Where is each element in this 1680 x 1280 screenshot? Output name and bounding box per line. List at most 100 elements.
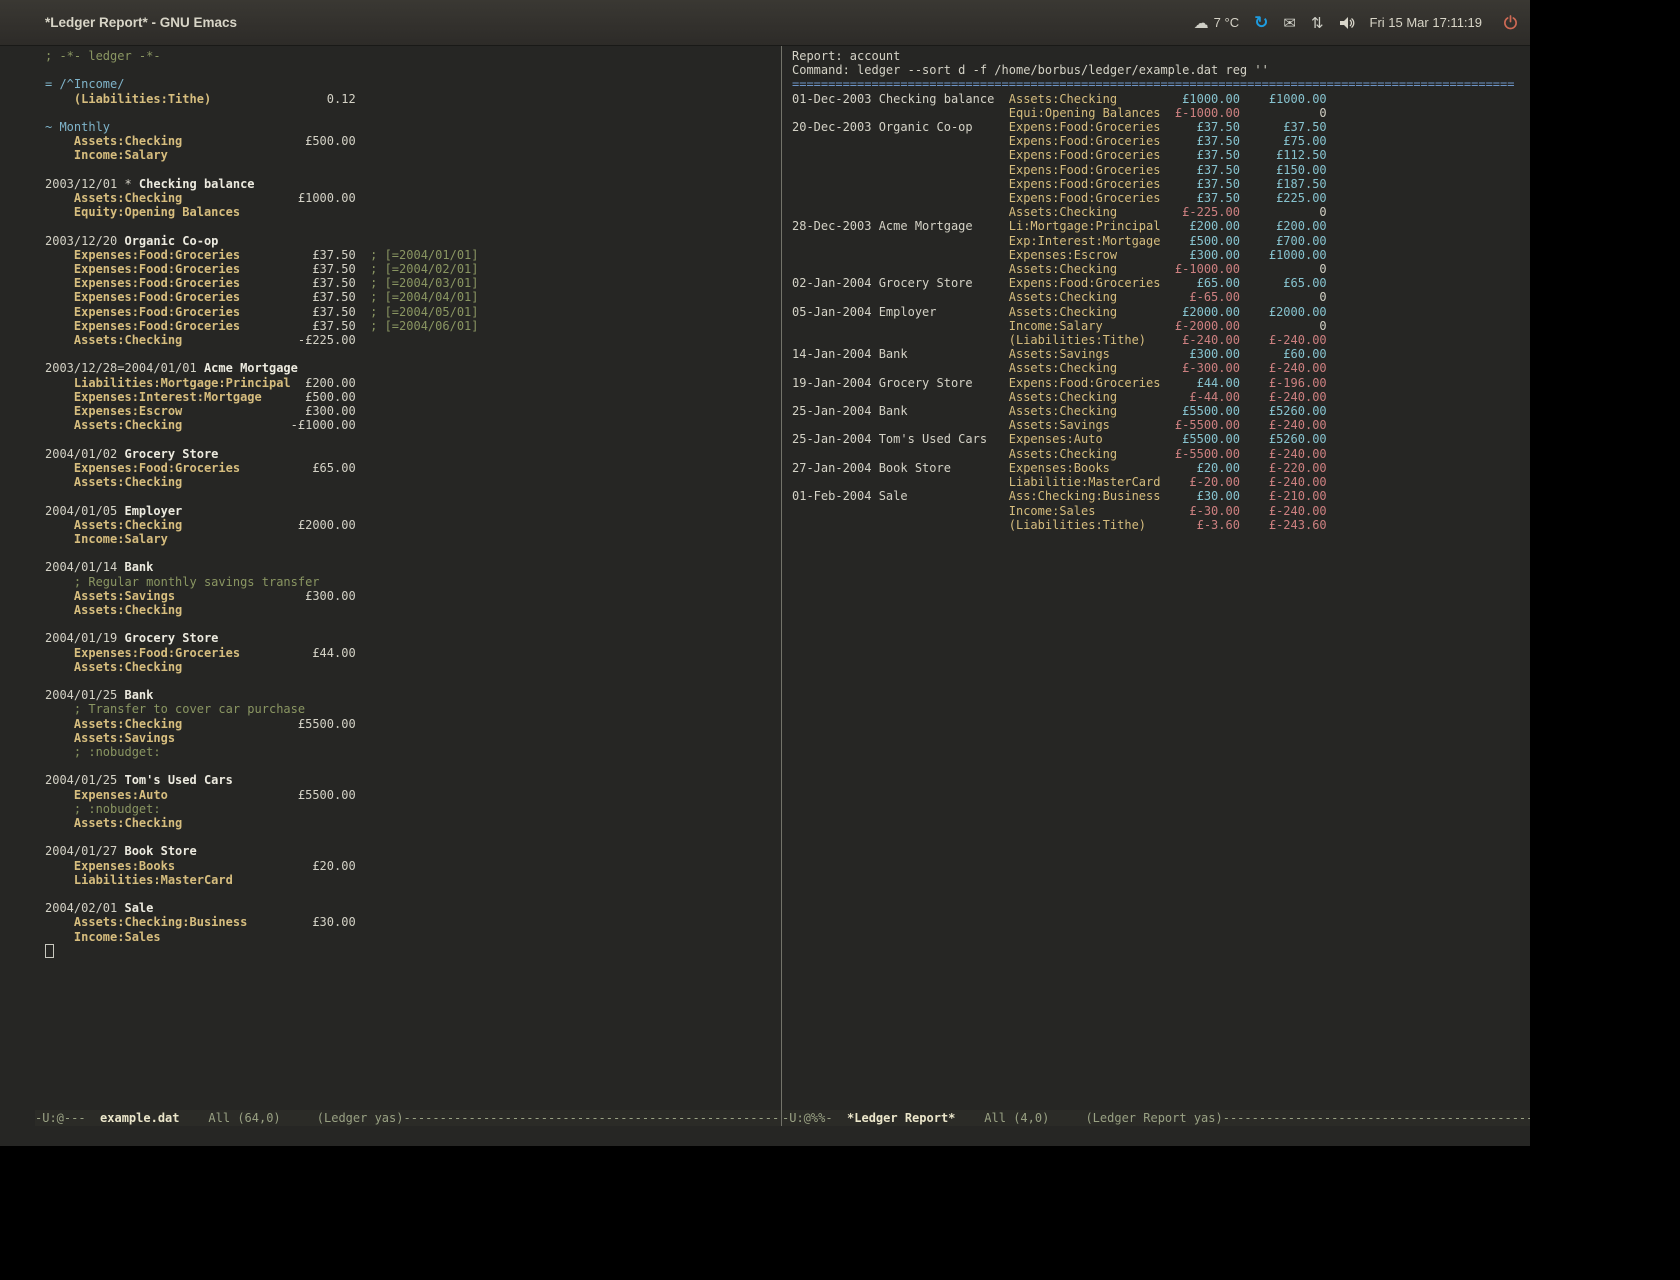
ledger-line[interactable]: Income:Sales [45, 930, 781, 944]
ledger-line[interactable]: 2004/01/19 Grocery Store [45, 631, 781, 645]
register-row[interactable]: Assets:Checking £-1000.00 0 [792, 262, 1530, 276]
ledger-line[interactable]: Assets:Savings [45, 731, 781, 745]
ledger-report-buffer[interactable]: Report: accountCommand: ledger --sort d … [782, 46, 1530, 1110]
ledger-line[interactable]: Assets:Checking -£1000.00 [45, 418, 781, 432]
register-row[interactable]: Liabilitie:MasterCard £-20.00 £-240.00 [792, 475, 1530, 489]
ledger-line[interactable]: Expenses:Food:Groceries £44.00 [45, 646, 781, 660]
ledger-line[interactable] [45, 674, 781, 688]
ledger-line[interactable]: Expenses:Interest:Mortgage £500.00 [45, 390, 781, 404]
register-row[interactable]: Assets:Checking £-300.00 £-240.00 [792, 361, 1530, 375]
register-row[interactable]: 02-Jan-2004 Grocery Store Expens:Food:Gr… [792, 276, 1530, 290]
register-row[interactable]: Expens:Food:Groceries £37.50 £225.00 [792, 191, 1530, 205]
ledger-line[interactable]: Assets:Checking [45, 603, 781, 617]
report-header-line[interactable]: Report: account [792, 49, 1530, 63]
ledger-line[interactable]: Equity:Opening Balances [45, 205, 781, 219]
ledger-line[interactable]: ~ Monthly [45, 120, 781, 134]
register-row[interactable]: Assets:Checking £-65.00 0 [792, 290, 1530, 304]
modeline-right[interactable]: -U:@%%- *Ledger Report* All (4,0) (Ledge… [782, 1110, 1530, 1126]
register-row[interactable]: (Liabilities:Tithe) £-3.60 £-243.60 [792, 518, 1530, 532]
ledger-line[interactable]: = /^Income/ [45, 77, 781, 91]
register-row[interactable]: 25-Jan-2004 Tom's Used Cars Expenses:Aut… [792, 432, 1530, 446]
register-row[interactable]: (Liabilities:Tithe) £-240.00 £-240.00 [792, 333, 1530, 347]
ledger-line[interactable] [45, 432, 781, 446]
ledger-line[interactable]: ; Regular monthly savings transfer [45, 575, 781, 589]
ledger-line[interactable] [45, 617, 781, 631]
ledger-line[interactable]: 2003/12/01 * Checking balance [45, 177, 781, 191]
ledger-line[interactable]: Expenses:Food:Groceries £37.50 ; [=2004/… [45, 248, 781, 262]
ledger-line[interactable]: Expenses:Books £20.00 [45, 859, 781, 873]
ledger-line[interactable]: 2004/01/14 Bank [45, 560, 781, 574]
power-icon[interactable] [1503, 15, 1518, 30]
register-row[interactable]: 20-Dec-2003 Organic Co-op Expens:Food:Gr… [792, 120, 1530, 134]
ledger-line[interactable]: Assets:Checking £2000.00 [45, 518, 781, 532]
ledger-line[interactable] [45, 489, 781, 503]
ledger-line[interactable]: ; -*- ledger -*- [45, 49, 781, 63]
ledger-line[interactable]: Expenses:Food:Groceries £37.50 ; [=2004/… [45, 305, 781, 319]
ledger-line[interactable]: Assets:Checking [45, 816, 781, 830]
clock[interactable]: Fri 15 Mar 17:11:19 [1370, 15, 1482, 30]
ledger-line[interactable] [45, 759, 781, 773]
register-row[interactable]: Assets:Checking £-44.00 £-240.00 [792, 390, 1530, 404]
ledger-line[interactable]: Income:Salary [45, 532, 781, 546]
ledger-line[interactable]: 2004/01/25 Tom's Used Cars [45, 773, 781, 787]
ledger-line[interactable]: Assets:Checking [45, 475, 781, 489]
ledger-line[interactable] [45, 944, 781, 959]
ledger-line[interactable]: 2003/12/20 Organic Co-op [45, 234, 781, 248]
ledger-line[interactable] [45, 347, 781, 361]
register-row[interactable]: 14-Jan-2004 Bank Assets:Savings £300.00 … [792, 347, 1530, 361]
ledger-line[interactable]: Expenses:Auto £5500.00 [45, 788, 781, 802]
register-row[interactable]: Expens:Food:Groceries £37.50 £112.50 [792, 148, 1530, 162]
ledger-line[interactable]: Assets:Checking:Business £30.00 [45, 915, 781, 929]
ledger-line[interactable]: Income:Salary [45, 148, 781, 162]
register-row[interactable]: 01-Feb-2004 Sale Ass:Checking:Business £… [792, 489, 1530, 503]
ledger-line[interactable]: Assets:Checking £1000.00 [45, 191, 781, 205]
ledger-line[interactable]: Expenses:Food:Groceries £37.50 ; [=2004/… [45, 290, 781, 304]
register-row[interactable]: Expens:Food:Groceries £37.50 £150.00 [792, 163, 1530, 177]
ledger-line[interactable]: ; :nobudget: [45, 745, 781, 759]
ledger-line[interactable] [45, 887, 781, 901]
register-row[interactable]: Exp:Interest:Mortgage £500.00 £700.00 [792, 234, 1530, 248]
ledger-line[interactable] [45, 546, 781, 560]
ledger-line[interactable]: Assets:Checking -£225.00 [45, 333, 781, 347]
register-row[interactable]: Equi:Opening Balances £-1000.00 0 [792, 106, 1530, 120]
ledger-line[interactable]: Expenses:Food:Groceries £37.50 ; [=2004/… [45, 262, 781, 276]
ledger-line[interactable]: Assets:Savings £300.00 [45, 589, 781, 603]
ledger-line[interactable]: ; :nobudget: [45, 802, 781, 816]
network-arrows-icon[interactable]: ⇅ [1311, 14, 1324, 32]
mail-icon[interactable]: ✉ [1283, 14, 1296, 32]
register-row[interactable]: Income:Sales £-30.00 £-240.00 [792, 504, 1530, 518]
ledger-line[interactable]: 2004/02/01 Sale [45, 901, 781, 915]
ledger-line[interactable]: Expenses:Escrow £300.00 [45, 404, 781, 418]
ledger-line[interactable]: ; Transfer to cover car purchase [45, 702, 781, 716]
modeline-left[interactable]: -U:@--- example.dat All (64,0) (Ledger y… [35, 1110, 781, 1126]
ledger-line[interactable]: Expenses:Food:Groceries £65.00 [45, 461, 781, 475]
ledger-line[interactable]: Expenses:Food:Groceries £37.50 ; [=2004/… [45, 276, 781, 290]
refresh-icon[interactable]: ↻ [1254, 13, 1268, 33]
ledger-line[interactable]: 2004/01/27 Book Store [45, 844, 781, 858]
ledger-line[interactable] [45, 163, 781, 177]
ledger-line[interactable] [45, 63, 781, 77]
register-row[interactable]: Assets:Savings £-5500.00 £-240.00 [792, 418, 1530, 432]
register-row[interactable]: 27-Jan-2004 Book Store Expenses:Books £2… [792, 461, 1530, 475]
register-row[interactable]: 25-Jan-2004 Bank Assets:Checking £5500.0… [792, 404, 1530, 418]
register-row[interactable]: Income:Salary £-2000.00 0 [792, 319, 1530, 333]
report-separator[interactable]: ========================================… [792, 77, 1530, 91]
ledger-line[interactable]: Assets:Checking £5500.00 [45, 717, 781, 731]
register-row[interactable]: 01-Dec-2003 Checking balance Assets:Chec… [792, 92, 1530, 106]
ledger-line[interactable] [45, 106, 781, 120]
ledger-line[interactable]: 2004/01/25 Bank [45, 688, 781, 702]
report-header-line[interactable]: Command: ledger --sort d -f /home/borbus… [792, 63, 1530, 77]
register-row[interactable]: Expenses:Escrow £300.00 £1000.00 [792, 248, 1530, 262]
register-row[interactable]: Expens:Food:Groceries £37.50 £187.50 [792, 177, 1530, 191]
ledger-file-buffer[interactable]: ; -*- ledger -*- = /^Income/ (Liabilitie… [35, 46, 781, 1110]
register-row[interactable]: 19-Jan-2004 Grocery Store Expens:Food:Gr… [792, 376, 1530, 390]
ledger-line[interactable]: (Liabilities:Tithe) 0.12 [45, 92, 781, 106]
ledger-line[interactable] [45, 830, 781, 844]
register-row[interactable]: Assets:Checking £-5500.00 £-240.00 [792, 447, 1530, 461]
ledger-line[interactable]: 2004/01/02 Grocery Store [45, 447, 781, 461]
ledger-line[interactable]: Assets:Checking £500.00 [45, 134, 781, 148]
weather-widget[interactable]: ☁ 7 °C [1194, 14, 1239, 32]
register-row[interactable]: Expens:Food:Groceries £37.50 £75.00 [792, 134, 1530, 148]
ledger-line[interactable]: Liabilities:MasterCard [45, 873, 781, 887]
register-row[interactable]: 28-Dec-2003 Acme Mortgage Li:Mortgage:Pr… [792, 219, 1530, 233]
